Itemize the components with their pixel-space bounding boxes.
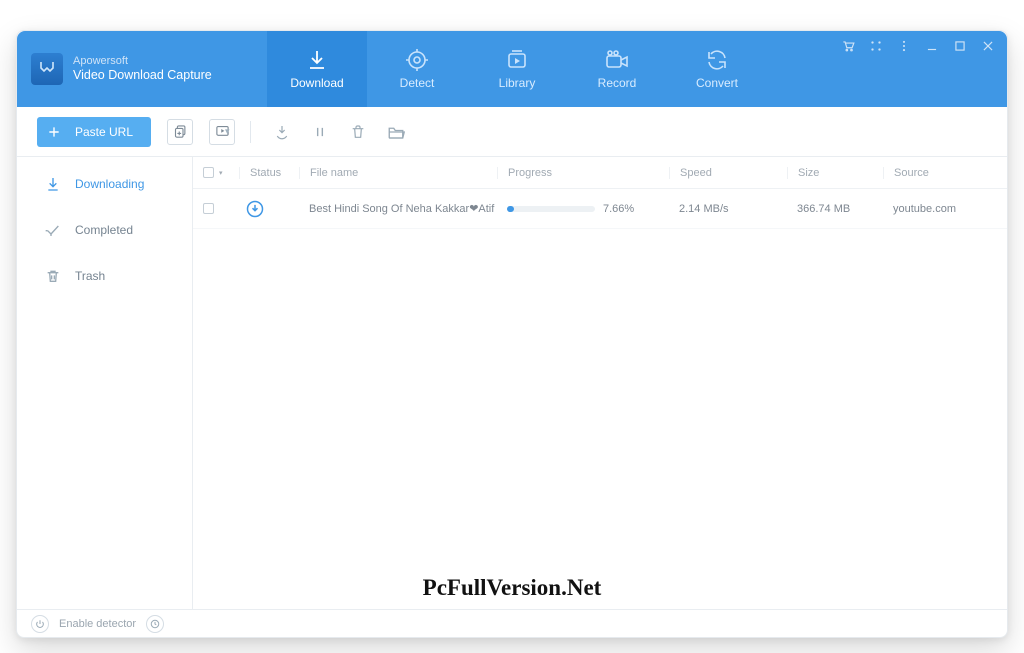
brand-subtitle: Video Download Capture [73,68,212,83]
divider [250,121,251,143]
detector-toggle[interactable] [31,615,49,633]
close-icon[interactable] [981,39,995,53]
progress-fill [507,206,514,212]
downloading-status-icon [245,199,265,219]
content: Downloading Completed Trash ▾ Status Fil… [17,157,1007,609]
power-icon [35,619,45,629]
progress-bar [507,206,595,212]
row-filename: Best Hindi Song Of Neha Kakkar❤Atif ... [299,202,497,215]
delete-button[interactable] [347,121,369,143]
nav-library[interactable]: Library [467,31,567,107]
detector-label: Enable detector [59,618,136,630]
row-source: youtube.com [883,203,1007,215]
open-folder-button[interactable] [385,121,407,143]
row-checkbox[interactable] [203,203,214,214]
progress-percent: 7.66% [603,203,634,215]
title-bar: Apowersoft Video Download Capture Downlo… [17,31,1007,107]
col-status[interactable]: Status [239,167,299,179]
pause-button[interactable] [309,121,331,143]
minimize-icon[interactable] [925,39,939,53]
sidebar: Downloading Completed Trash [17,157,193,609]
trash-icon [350,124,366,140]
paste-url-button[interactable]: Paste URL [37,117,151,147]
target-icon [405,48,429,72]
col-filename[interactable]: File name [299,167,497,179]
apps-icon[interactable] [869,39,883,53]
select-caret-icon[interactable]: ▾ [219,169,223,177]
select-all-checkbox[interactable] [203,167,214,178]
batch-add-button[interactable] [167,119,193,145]
nav-download[interactable]: Download [267,31,367,107]
resume-icon [274,124,290,140]
resume-button[interactable] [271,121,293,143]
sidebar-item-trash[interactable]: Trash [17,253,192,299]
table-header: ▾ Status File name Progress Speed Size S… [193,157,1007,189]
convert-icon [705,48,729,72]
main-panel: ▾ Status File name Progress Speed Size S… [193,157,1007,609]
settings-caret-icon[interactable]: ▾ [225,126,230,137]
col-speed[interactable]: Speed [669,167,787,179]
row-speed: 2.14 MB/s [669,203,787,215]
menu-icon[interactable] [897,39,911,53]
col-size[interactable]: Size [787,167,883,179]
sidebar-item-completed[interactable]: Completed [17,207,192,253]
download-icon [305,48,329,72]
maximize-icon[interactable] [953,39,967,53]
status-bar: Enable detector [17,609,1007,637]
sidebar-item-downloading[interactable]: Downloading [17,161,192,207]
app-logo-icon [31,53,63,85]
brand: Apowersoft Video Download Capture [17,31,267,107]
pause-icon [313,125,327,139]
files-plus-icon [173,124,188,139]
app-window: Apowersoft Video Download Capture Downlo… [16,30,1008,638]
camera-icon [604,48,630,72]
schedule-button[interactable] [146,615,164,633]
toolbar: Paste URL ▾ [17,107,1007,157]
nav-convert[interactable]: Convert [667,31,767,107]
plus-icon [47,125,61,139]
nav-detect[interactable]: Detect [367,31,467,107]
row-size: 366.74 MB [787,203,883,215]
table-row[interactable]: Best Hindi Song Of Neha Kakkar❤Atif ... … [193,189,1007,229]
window-controls [841,39,995,53]
clock-icon [150,619,160,629]
download-small-icon [45,176,61,192]
trash-small-icon [45,268,61,284]
col-source[interactable]: Source [883,167,1007,179]
settings-button[interactable] [209,119,235,145]
play-square-icon [505,48,529,72]
brand-name: Apowersoft [73,55,212,68]
cart-icon[interactable] [841,39,855,53]
nav-record[interactable]: Record [567,31,667,107]
check-icon [45,222,61,238]
col-progress[interactable]: Progress [497,167,669,179]
folder-icon [387,124,405,140]
